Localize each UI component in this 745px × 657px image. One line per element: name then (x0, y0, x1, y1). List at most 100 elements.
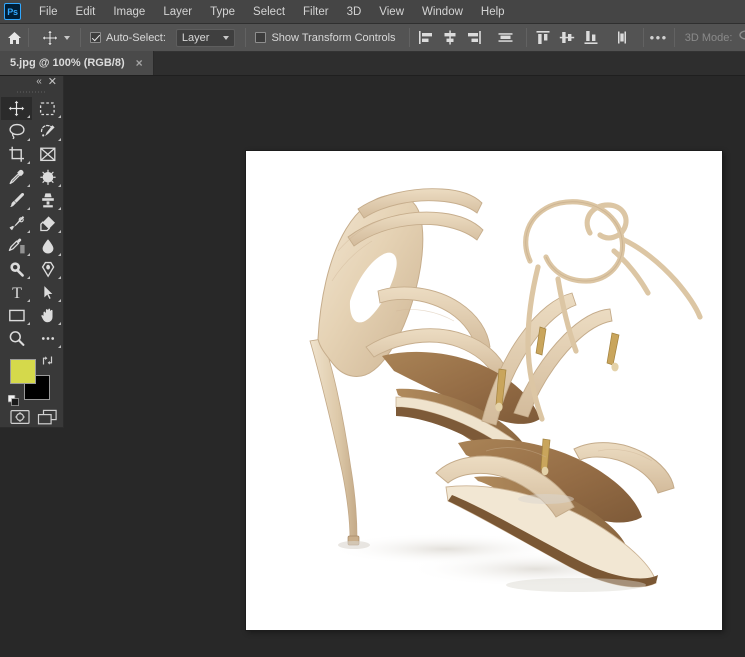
options-separator-2 (80, 28, 81, 47)
move-tool-icon (39, 28, 61, 48)
align-right-edges-icon[interactable] (464, 28, 485, 48)
menu-item-help[interactable]: Help (472, 3, 514, 21)
tools-panel-drag-handle[interactable] (11, 88, 52, 96)
menu-item-3d[interactable]: 3D (338, 3, 371, 21)
quick-mask-mode-button[interactable] (8, 407, 31, 427)
menu-item-layer[interactable]: Layer (154, 3, 201, 21)
align-vertical-centers-icon[interactable] (557, 28, 578, 48)
path-selection-tool[interactable] (32, 281, 63, 304)
eyedropper-tool[interactable] (1, 166, 32, 189)
pen-tool[interactable] (32, 258, 63, 281)
rectangle-tool[interactable] (1, 304, 32, 327)
tools-grid: T (0, 97, 63, 350)
3d-mode-label: 3D Mode: (684, 31, 733, 44)
menu-item-image[interactable]: Image (104, 3, 154, 21)
flyout-triangle-icon (58, 115, 61, 119)
spot-healing-brush-tool[interactable] (32, 166, 63, 189)
flyout-triangle-icon (58, 138, 61, 142)
tools-panel: « ✕ T (0, 76, 64, 428)
auto-select-checkbox[interactable] (90, 32, 101, 43)
color-swatches (0, 353, 63, 407)
flyout-triangle-icon (58, 299, 61, 303)
eraser-tool[interactable] (32, 212, 63, 235)
frame-tool[interactable] (32, 143, 63, 166)
hand-tool[interactable] (32, 304, 63, 327)
brush-tool[interactable] (1, 189, 32, 212)
foreground-color-swatch[interactable] (10, 359, 36, 385)
options-separator-6 (642, 28, 644, 47)
auto-select-control[interactable]: Auto-Select: (87, 32, 169, 44)
distribute-icon[interactable] (495, 28, 516, 48)
gradient-tool[interactable] (1, 235, 32, 258)
align-horizontal-centers-icon[interactable] (440, 28, 461, 48)
flyout-triangle-icon (58, 253, 61, 257)
flyout-triangle-icon (27, 138, 30, 142)
menu-item-edit[interactable]: Edit (67, 3, 105, 21)
menu-item-select[interactable]: Select (244, 3, 294, 21)
menu-item-file[interactable]: File (30, 3, 67, 21)
clone-stamp-tool[interactable] (32, 189, 63, 212)
edit-toolbar[interactable] (32, 327, 63, 350)
auto-select-scope-value: Layer (181, 31, 210, 44)
flyout-triangle-icon (27, 299, 30, 303)
default-colors-icon[interactable] (7, 393, 19, 407)
menu-item-filter[interactable]: Filter (294, 3, 338, 21)
dodge-tool[interactable] (1, 258, 32, 281)
flyout-triangle-icon (27, 161, 30, 165)
menu-bar: Ps File Edit Image Layer Type Select Fil… (0, 0, 745, 24)
auto-select-label: Auto-Select: (106, 31, 166, 44)
document-tab[interactable]: 5.jpg @ 100% (RGB/8) × (0, 51, 154, 75)
crop-tool[interactable] (1, 143, 32, 166)
flyout-triangle-icon (58, 276, 61, 280)
options-separator-4 (408, 28, 410, 47)
3d-mode-buttons (739, 29, 745, 46)
swap-colors-icon[interactable] (42, 355, 53, 369)
options-separator-5 (525, 28, 527, 47)
flyout-triangle-icon (27, 115, 30, 119)
show-transform-controls-control[interactable]: Show Transform Controls (252, 32, 398, 44)
tools-panel-header: « ✕ (0, 76, 63, 89)
lasso-tool[interactable] (1, 120, 32, 143)
rectangular-marquee-tool[interactable] (32, 97, 63, 120)
align-top-edges-icon[interactable] (533, 28, 554, 48)
flyout-triangle-icon (58, 322, 61, 326)
tool-preset-chevron-down-icon (64, 35, 70, 40)
shoe-photograph (246, 151, 722, 630)
options-separator-7 (673, 28, 675, 47)
show-transform-controls-checkbox[interactable] (255, 32, 267, 43)
close-icon[interactable]: × (134, 57, 145, 69)
screen-mode-button[interactable] (36, 407, 59, 427)
zoom-tool[interactable] (1, 327, 32, 350)
flyout-triangle-icon (27, 253, 30, 257)
home-icon[interactable] (7, 31, 22, 45)
object-selection-tool[interactable] (32, 120, 63, 143)
more-options-button[interactable]: ••• (650, 28, 668, 48)
image-canvas[interactable] (246, 151, 722, 630)
flyout-triangle-icon (58, 345, 61, 349)
rotate-3d-object-icon[interactable] (739, 29, 745, 46)
vertical-align-group (533, 28, 602, 48)
menu-item-window[interactable]: Window (413, 3, 472, 21)
move-tool[interactable] (1, 97, 32, 121)
blur-tool[interactable] (32, 235, 63, 258)
align-left-edges-icon[interactable] (416, 28, 437, 48)
history-brush-tool[interactable] (1, 212, 32, 235)
align-bottom-edges-icon[interactable] (581, 28, 602, 48)
distribute-vertical-icon[interactable] (612, 28, 633, 48)
scope-chevron-down-icon (223, 35, 230, 40)
close-panel-icon[interactable]: ✕ (48, 76, 57, 88)
flyout-triangle-icon (58, 184, 61, 188)
menu-item-type[interactable]: Type (201, 3, 244, 21)
collapse-panel-icon[interactable]: « (36, 77, 42, 87)
auto-select-scope-dropdown[interactable]: Layer (175, 28, 236, 47)
flyout-triangle-icon (27, 322, 30, 326)
tool-preset-picker[interactable] (35, 28, 74, 48)
document-tab-bar: 5.jpg @ 100% (RGB/8) × (0, 51, 745, 76)
photoshop-logo-icon: Ps (4, 3, 21, 20)
workspace: « ✕ T (0, 76, 745, 657)
horizontal-type-tool[interactable]: T (1, 281, 32, 304)
options-bar: Auto-Select: Layer Show Transform Contro… (0, 24, 745, 52)
flyout-triangle-icon (58, 230, 61, 234)
menu-item-view[interactable]: View (370, 3, 413, 21)
options-separator-1 (28, 28, 29, 47)
